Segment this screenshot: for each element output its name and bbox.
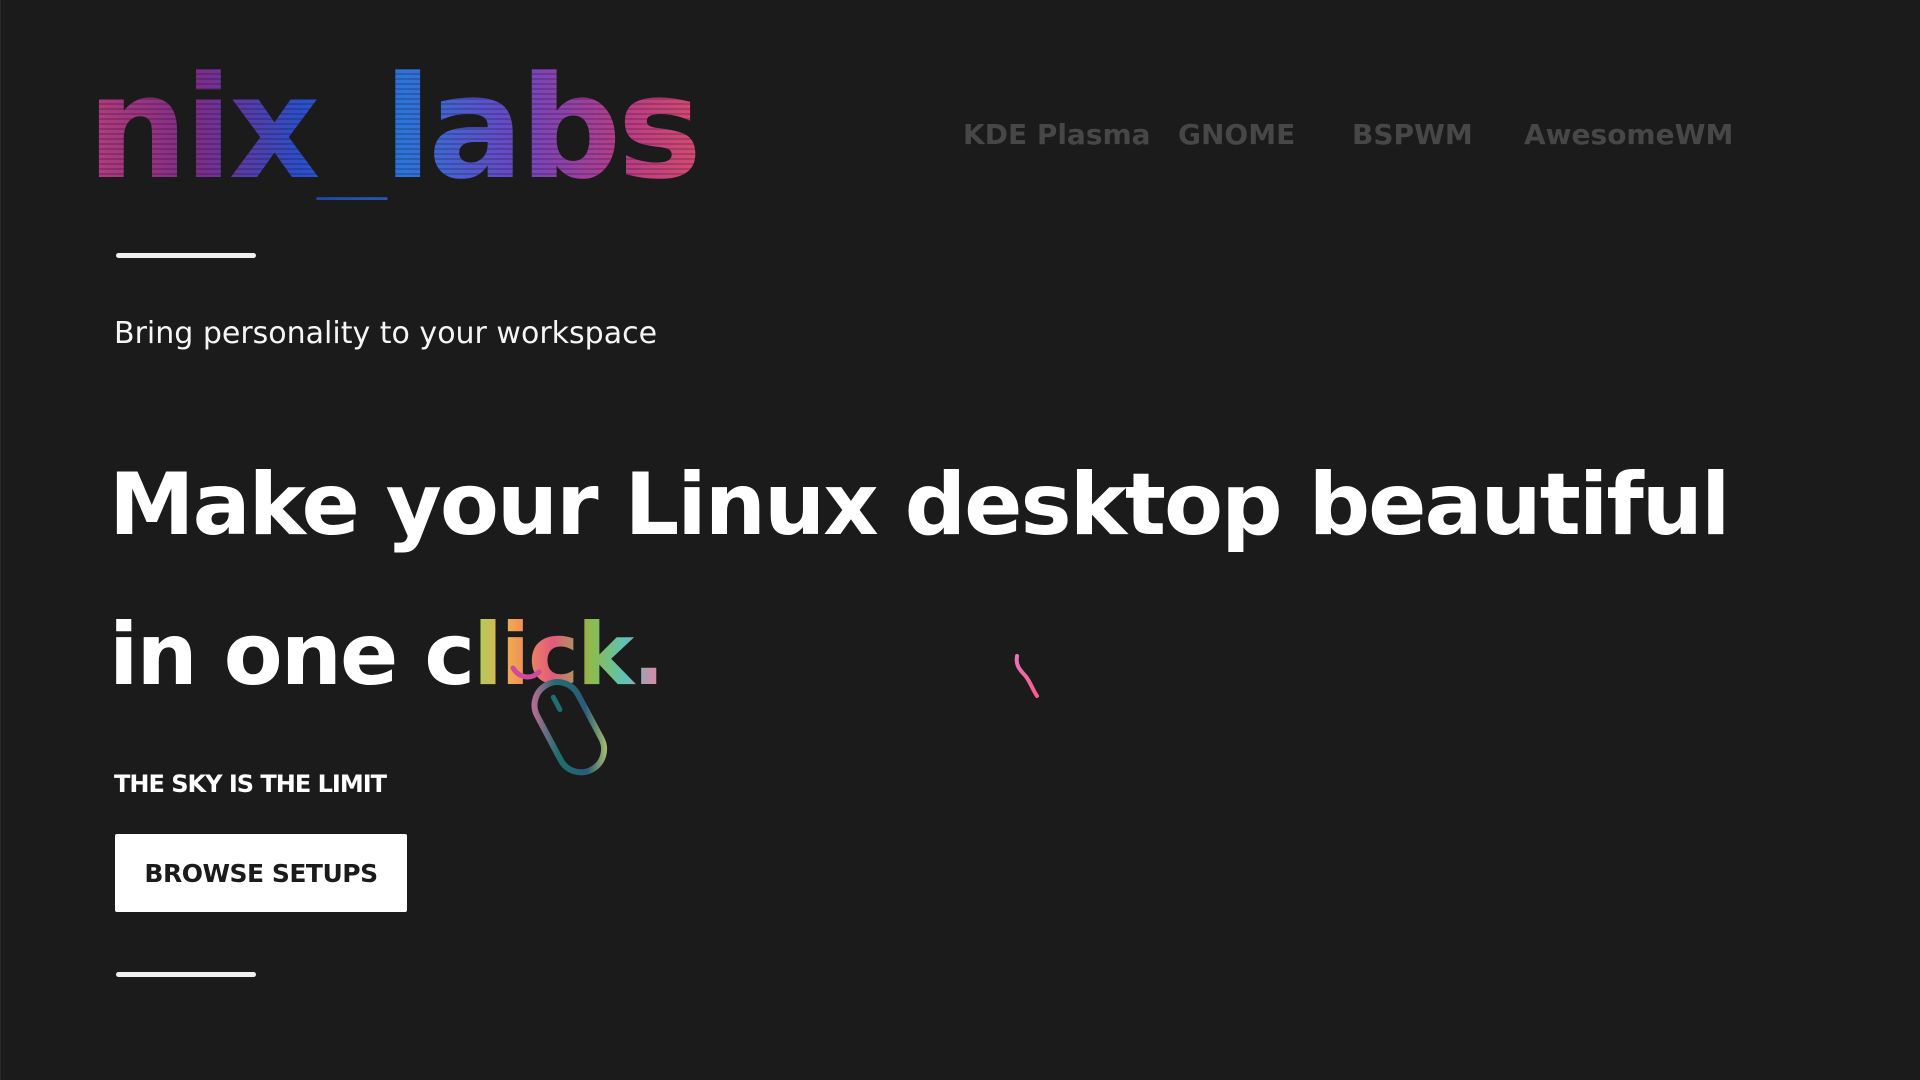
hero-headline: Make your Linux desktop beautiful in one… (109, 430, 1730, 730)
page: nix_labs KDE Plasma GNOME BSPWM AwesomeW… (0, 0, 1920, 1080)
hero-tagline: Bring personality to your workspace (114, 316, 658, 351)
divider-top (116, 253, 256, 258)
headline-line-1: Make your Linux desktop beautiful (109, 455, 1730, 555)
divider-bottom (116, 972, 256, 977)
main-nav: KDE Plasma GNOME BSPWM AwesomeWM (1, 118, 1920, 158)
headline-line-2-plain: in one c (109, 605, 475, 705)
mouse-icon (510, 665, 608, 776)
headline-line-2: in one click. (109, 580, 1728, 730)
squiggle-icon (1014, 654, 1039, 698)
nav-item-kde-plasma[interactable]: KDE Plasma (963, 118, 1151, 151)
nav-item-awesomewm[interactable]: AwesomeWM (1524, 118, 1733, 151)
nav-item-gnome[interactable]: GNOME (1178, 118, 1295, 151)
hero-kicker: THE SKY IS THE LIMIT (114, 770, 387, 798)
nav-item-bspwm[interactable]: BSPWM (1352, 118, 1473, 151)
browse-setups-button[interactable]: BROWSE SETUPS (115, 834, 407, 912)
